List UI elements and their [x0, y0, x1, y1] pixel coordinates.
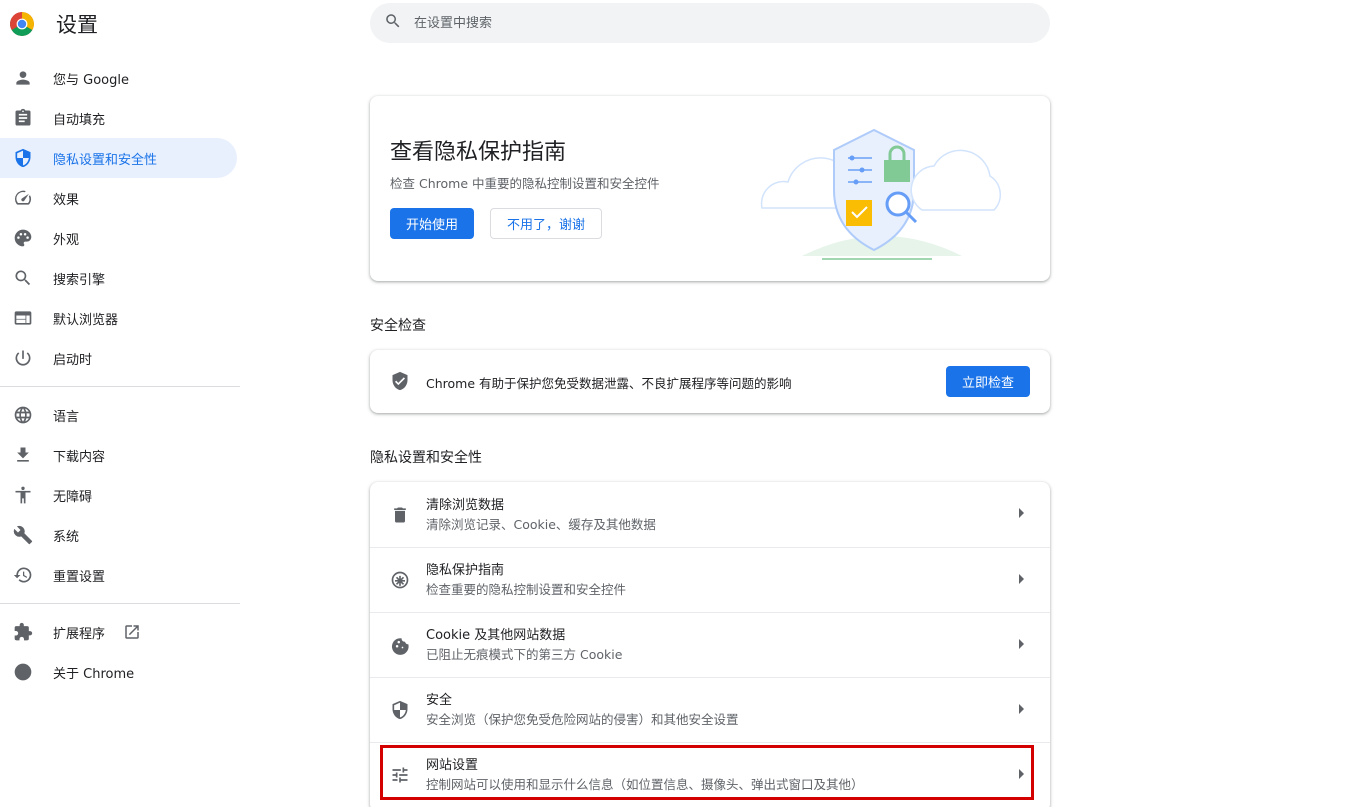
privacy-guide-title: 查看隐私保护指南 [390, 140, 567, 165]
privacy-security-card: 清除浏览数据 清除浏览记录、Cookie、缓存及其他数据 隐私保护指南 检查重要… [370, 482, 1050, 807]
sidebar-item-you-and-google[interactable]: 您与 Google [0, 58, 237, 98]
history-icon [13, 565, 33, 585]
no-thanks-button[interactable]: 不用了，谢谢 [490, 208, 602, 239]
chevron-right-icon [1019, 574, 1024, 584]
palette-icon [13, 228, 33, 248]
sidebar-item-languages[interactable]: 语言 [0, 395, 237, 435]
sidebar-item-label: 语言 [53, 409, 80, 425]
chrome-icon [13, 662, 33, 682]
clipboard-icon [13, 108, 33, 128]
privacy-guide-row[interactable]: 隐私保护指南 检查重要的隐私控制设置和安全控件 [370, 547, 1050, 612]
search-box[interactable] [370, 3, 1050, 43]
sidebar-item-label: 系统 [53, 529, 80, 545]
compass-icon [390, 570, 410, 590]
security-row[interactable]: 安全 安全浏览（保护您免受危险网站的侵害）和其他安全设置 [370, 677, 1050, 742]
cookie-icon [390, 635, 410, 655]
check-now-button[interactable]: 立即检查 [946, 366, 1030, 397]
row-subtitle: 已阻止无痕模式下的第三方 Cookie [426, 647, 623, 662]
sidebar-item-label: 隐私设置和安全性 [53, 152, 158, 168]
row-text: 隐私保护指南 检查重要的隐私控制设置和安全控件 [426, 561, 626, 599]
shield-check-icon [390, 371, 410, 391]
sidebar-item-on-startup[interactable]: 启动时 [0, 338, 237, 378]
globe-icon [13, 405, 33, 425]
start-button[interactable]: 开始使用 [390, 208, 474, 239]
sidebar-item-default-browser[interactable]: 默认浏览器 [0, 298, 237, 338]
site-settings-row[interactable]: 网站设置 控制网站可以使用和显示什么信息（如位置信息、摄像头、弹出式窗口及其他） [370, 742, 1050, 807]
row-subtitle: 控制网站可以使用和显示什么信息（如位置信息、摄像头、弹出式窗口及其他） [426, 777, 864, 792]
sidebar-item-label: 外观 [53, 232, 80, 248]
sidebar-item-extensions[interactable]: 扩展程序 [0, 612, 237, 652]
sidebar-item-system[interactable]: 系统 [0, 515, 237, 555]
download-icon [13, 445, 33, 465]
sidebar-item-label: 扩展程序 [53, 626, 106, 642]
page-title: 设置 [56, 13, 98, 37]
chevron-right-icon [1019, 769, 1024, 779]
open-in-new-icon [123, 623, 141, 641]
sidebar-item-label: 下载内容 [53, 449, 106, 465]
sidebar-item-label: 默认浏览器 [53, 312, 119, 328]
privacy-guide-description: 检查 Chrome 中重要的隐私控制设置和安全控件 [390, 176, 660, 191]
search-icon [13, 268, 33, 288]
row-title: Cookie 及其他网站数据 [426, 628, 566, 643]
sidebar-item-privacy[interactable]: 隐私设置和安全性 [0, 138, 237, 178]
sidebar-item-about-chrome[interactable]: 关于 Chrome [0, 652, 237, 692]
safety-check-description: Chrome 有助于保护您免受数据泄露、不良扩展程序等问题的影响 [426, 376, 792, 391]
clear-browsing-data-row[interactable]: 清除浏览数据 清除浏览记录、Cookie、缓存及其他数据 [370, 482, 1050, 547]
sidebar-item-label: 您与 Google [53, 72, 129, 88]
row-subtitle: 清除浏览记录、Cookie、缓存及其他数据 [426, 516, 656, 532]
sidebar-item-search-engine[interactable]: 搜索引擎 [0, 258, 237, 298]
person-icon [13, 68, 33, 88]
search-icon [384, 12, 402, 34]
power-icon [13, 348, 33, 368]
row-subtitle: 检查重要的隐私控制设置和安全控件 [426, 582, 627, 597]
sidebar: 您与 Google 自动填充 隐私设置和安全性 效果 外观 搜索引擎 默认浏览器… [0, 58, 240, 692]
chevron-right-icon [1019, 508, 1024, 518]
privacy-security-heading: 隐私设置和安全性 [370, 450, 482, 466]
sidebar-item-label: 关于 Chrome [53, 666, 135, 682]
sidebar-item-autofill[interactable]: 自动填充 [0, 98, 237, 138]
row-text: Cookie 及其他网站数据 已阻止无痕模式下的第三方 Cookie [426, 626, 622, 664]
sidebar-item-appearance[interactable]: 外观 [0, 218, 237, 258]
sidebar-item-label: 启动时 [53, 352, 93, 368]
sidebar-item-accessibility[interactable]: 无障碍 [0, 475, 237, 515]
row-text: 清除浏览数据 清除浏览记录、Cookie、缓存及其他数据 [426, 496, 656, 534]
speedometer-icon [13, 188, 33, 208]
search-input[interactable] [414, 15, 1014, 31]
row-title: 隐私保护指南 [426, 563, 505, 578]
row-title: 网站设置 [426, 758, 479, 773]
safety-check-card: Chrome 有助于保护您免受数据泄露、不良扩展程序等问题的影响 立即检查 [370, 350, 1050, 413]
sidebar-item-label: 搜索引擎 [53, 272, 106, 288]
browser-icon [13, 308, 33, 328]
privacy-shield-illustration-icon [760, 128, 1002, 260]
trash-icon [390, 505, 410, 525]
row-title: 清除浏览数据 [426, 497, 505, 513]
chevron-right-icon [1019, 704, 1024, 714]
sidebar-divider [0, 386, 240, 387]
tune-icon [390, 765, 410, 785]
row-title: 安全 [426, 693, 453, 708]
shield-icon [13, 148, 33, 168]
sidebar-item-label: 自动填充 [53, 112, 106, 128]
app-header: 设置 [10, 10, 98, 38]
sidebar-divider [0, 603, 240, 604]
shield-half-icon [390, 700, 410, 720]
row-text: 安全 安全浏览（保护您免受危险网站的侵害）和其他安全设置 [426, 691, 739, 729]
row-text: 网站设置 控制网站可以使用和显示什么信息（如位置信息、摄像头、弹出式窗口及其他） [426, 756, 864, 794]
accessibility-icon [13, 485, 33, 505]
sidebar-item-label: 无障碍 [53, 489, 93, 505]
sidebar-item-performance[interactable]: 效果 [0, 178, 237, 218]
row-subtitle: 安全浏览（保护您免受危险网站的侵害）和其他安全设置 [426, 712, 739, 727]
safety-check-heading: 安全检查 [370, 318, 426, 334]
privacy-guide-card: 查看隐私保护指南 检查 Chrome 中重要的隐私控制设置和安全控件 开始使用 … [370, 96, 1050, 281]
chevron-right-icon [1019, 639, 1024, 649]
puzzle-icon [13, 622, 33, 642]
sidebar-item-label: 重置设置 [53, 569, 106, 585]
sidebar-item-downloads[interactable]: 下载内容 [0, 435, 237, 475]
sidebar-item-reset[interactable]: 重置设置 [0, 555, 237, 595]
sidebar-item-label: 效果 [53, 192, 80, 208]
wrench-icon [13, 525, 33, 545]
chrome-logo-icon [10, 12, 34, 36]
cookies-row[interactable]: Cookie 及其他网站数据 已阻止无痕模式下的第三方 Cookie [370, 612, 1050, 677]
